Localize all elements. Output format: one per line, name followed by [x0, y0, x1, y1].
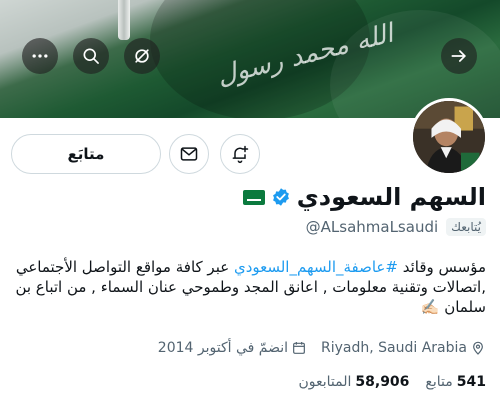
location: Riyadh, Saudi Arabia [321, 340, 486, 356]
following-count: 541 [456, 374, 486, 390]
following-button[interactable]: متابَع [11, 134, 161, 174]
notifications-button[interactable] [220, 134, 260, 174]
bio-text-start: مؤسس وقائد [397, 258, 486, 276]
more-button[interactable] [22, 38, 58, 74]
back-button[interactable] [441, 38, 477, 74]
display-name: السهم السعودي [296, 183, 486, 211]
handle: @ALsahmaLsaudi [305, 218, 439, 236]
follow-stats: 541متابع 58,906المتابعون [298, 374, 486, 390]
saudi-flag-icon [242, 189, 265, 205]
verified-badge-icon [271, 187, 291, 207]
following-button-label: متابَع [67, 145, 105, 163]
bio: مؤسس وقائد #عاصفة_السهم_السعودي عبر كافة… [8, 257, 486, 317]
arrow-right-icon [451, 50, 466, 62]
calendar-icon [293, 342, 305, 354]
bell-plus-icon [232, 145, 249, 164]
search-button[interactable] [73, 38, 109, 74]
followers-label: المتابعون [298, 374, 352, 390]
profile-banner[interactable]: الله محمد رسول [0, 0, 500, 118]
join-date-text: انضمّ في أكتوبر 2014 [157, 340, 289, 356]
avatar[interactable] [410, 98, 488, 176]
envelope-icon [180, 147, 198, 161]
join-date: انضمّ في أكتوبر 2014 [158, 340, 307, 356]
location-text: Riyadh, Saudi Arabia [321, 340, 467, 356]
message-button[interactable] [169, 134, 209, 174]
search-icon [83, 48, 99, 64]
followers-stat[interactable]: 58,906المتابعون [298, 374, 409, 390]
profile-meta: Riyadh, Saudi Arabia انضمّ في أكتوبر 201… [158, 340, 486, 356]
followers-count: 58,906 [355, 374, 410, 390]
avatar-image [413, 101, 485, 173]
mute-button[interactable] [124, 38, 160, 74]
display-name-row: السهم السعودي [242, 180, 486, 214]
flag-pole [118, 0, 130, 40]
follows-you-badge: يُتابعك [446, 218, 486, 236]
following-label: متابع [425, 374, 453, 390]
more-icon [32, 54, 48, 58]
location-pin-icon [473, 341, 483, 355]
bio-hashtag-link[interactable]: #عاصفة_السهم_السعودي [234, 258, 398, 276]
handle-row: يُتابعك @ALsahmaLsaudi [306, 218, 486, 236]
mute-icon [135, 49, 149, 63]
following-stat[interactable]: 541متابع [425, 374, 486, 390]
